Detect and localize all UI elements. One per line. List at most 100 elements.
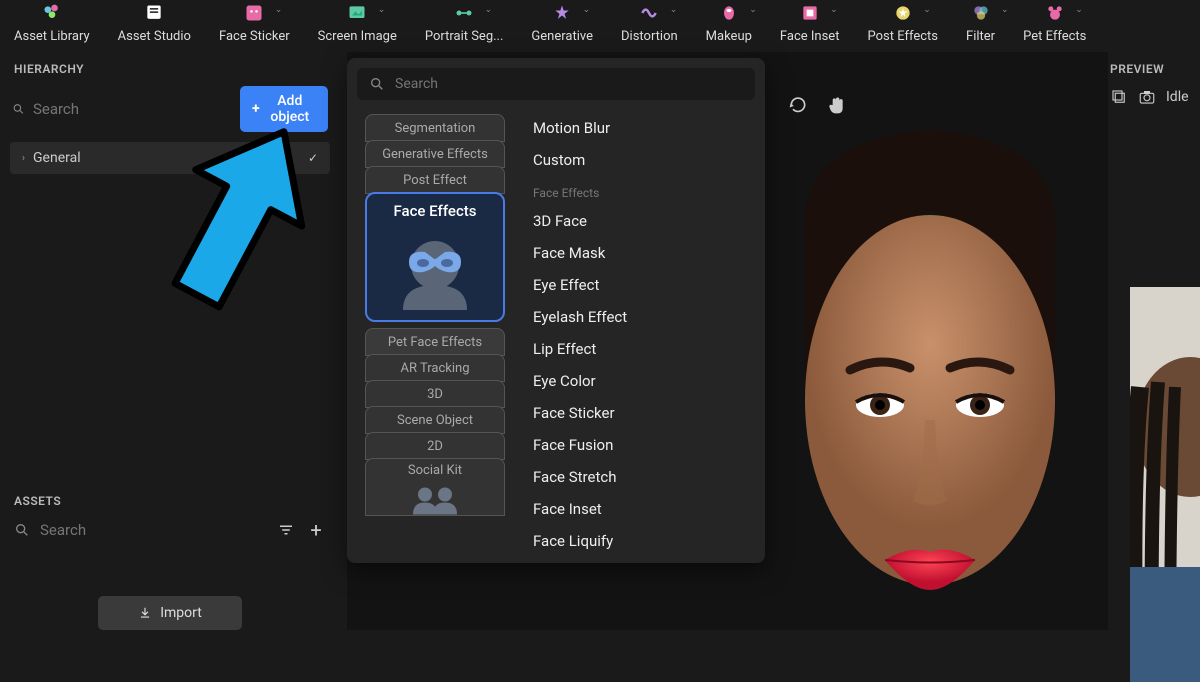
category-segmentation[interactable]: Segmentation — [365, 114, 505, 142]
left-panel: HIERARCHY + Add object › General ✓ ASSET… — [0, 52, 340, 630]
chevron-down-icon: ⌄ — [1075, 5, 1083, 15]
category-social-kit[interactable]: Social Kit — [365, 458, 505, 516]
filter-list-icon[interactable] — [276, 520, 296, 540]
category-post-effect[interactable]: Post Effect — [365, 166, 505, 194]
tool-filter[interactable]: ⌄ Filter — [966, 1, 995, 44]
face-effects-icon — [385, 230, 485, 310]
add-asset-icon[interactable]: + — [306, 520, 326, 540]
tool-label: Generative — [531, 29, 593, 44]
menu-item[interactable]: Motion Blur — [533, 112, 749, 144]
category-ar-tracking[interactable]: AR Tracking — [365, 354, 505, 382]
preview-panel: PREVIEW Idle — [1108, 52, 1200, 630]
chevron-down-icon: ⌄ — [485, 5, 493, 15]
menu-item[interactable]: Face Sticker — [533, 397, 749, 429]
import-button[interactable]: Import — [98, 596, 242, 630]
menu-item[interactable]: Lip Effect — [533, 333, 749, 365]
tool-asset-studio[interactable]: Asset Studio — [118, 1, 191, 44]
chevron-right-icon: › — [22, 153, 25, 164]
popup-search-input[interactable] — [395, 76, 743, 92]
menu-item[interactable]: Face Stretch — [533, 461, 749, 493]
category-3d[interactable]: 3D — [365, 380, 505, 408]
tool-makeup[interactable]: ⌄ Makeup — [706, 1, 752, 44]
tool-face-inset[interactable]: ⌄ Face Inset — [780, 1, 840, 44]
category-scene-object[interactable]: Scene Object — [365, 406, 505, 434]
hierarchy-header: HIERARCHY — [0, 52, 340, 82]
hierarchy-search-row: + Add object — [0, 82, 340, 142]
layers-icon[interactable] — [1110, 88, 1128, 106]
camera-icon[interactable] — [1138, 88, 1156, 106]
popup-search-row — [357, 68, 755, 100]
preview-controls: Idle — [1108, 82, 1200, 112]
menu-item[interactable]: Eye Effect — [533, 269, 749, 301]
menu-item[interactable]: Face Liquify — [533, 525, 749, 557]
preview-header: PREVIEW — [1108, 52, 1200, 82]
tool-label: Asset Studio — [118, 29, 191, 44]
chevron-down-icon: ⌄ — [830, 5, 838, 15]
tool-label: Screen Image — [318, 29, 397, 44]
studio-icon — [140, 1, 168, 25]
filter-icon: ⌄ — [967, 1, 995, 25]
assets-search-input[interactable] — [40, 521, 239, 539]
preview-viewport — [765, 120, 1095, 630]
refresh-icon[interactable] — [788, 95, 808, 115]
tool-pet-effects[interactable]: ⌄ Pet Effects — [1023, 1, 1086, 44]
assets-section: ASSETS + Import — [0, 484, 340, 630]
chevron-down-icon: ⌄ — [378, 5, 386, 15]
pet-effects-icon: ⌄ — [1041, 1, 1069, 25]
category-stack: Segmentation Generative Effects Post Eff… — [347, 108, 517, 563]
pan-hand-icon[interactable] — [826, 95, 846, 115]
category-face-effects[interactable]: Face Effects — [365, 192, 505, 322]
tool-label: Portrait Seg... — [425, 29, 504, 44]
makeup-icon: ⌄ — [715, 1, 743, 25]
tool-label: Makeup — [706, 29, 752, 44]
category-generative-effects[interactable]: Generative Effects — [365, 140, 505, 168]
tool-label: Face Sticker — [219, 29, 290, 44]
effect-menu-list: Motion Blur Custom Face Effects 3D Face … — [517, 108, 765, 563]
chevron-down-icon: ⌄ — [1001, 5, 1009, 15]
distortion-icon: ⌄ — [635, 1, 663, 25]
tool-label: Distortion — [621, 29, 678, 44]
chevron-down-icon: ⌄ — [923, 5, 931, 15]
category-2d[interactable]: 2D — [365, 432, 505, 460]
chevron-down-icon: ⌄ — [749, 5, 757, 15]
search-icon — [369, 76, 385, 92]
tool-portrait-seg[interactable]: ⌄ Portrait Seg... — [425, 1, 504, 44]
screen-image-icon: ⌄ — [343, 1, 371, 25]
post-effects-icon: ⌄ — [889, 1, 917, 25]
search-icon — [14, 522, 30, 538]
add-object-button[interactable]: + Add object — [240, 86, 328, 132]
face-inset-icon: ⌄ — [796, 1, 824, 25]
tool-asset-library[interactable]: Asset Library — [14, 1, 90, 44]
menu-section-header: Face Effects — [533, 176, 749, 205]
hierarchy-search-input[interactable] — [33, 100, 232, 118]
tool-screen-image[interactable]: ⌄ Screen Image — [318, 1, 397, 44]
tool-label: Pet Effects — [1023, 29, 1086, 44]
add-object-popup: Segmentation Generative Effects Post Eff… — [347, 58, 765, 563]
menu-section-header: Pet Face Effects — [533, 557, 749, 563]
hierarchy-item-general[interactable]: › General ✓ — [10, 142, 330, 174]
face-sticker-icon: ⌄ — [240, 1, 268, 25]
preview-status: Idle — [1166, 89, 1189, 105]
tool-label: Filter — [966, 29, 995, 44]
menu-item[interactable]: 3D Face — [533, 205, 749, 237]
chevron-down-icon: ⌄ — [275, 5, 283, 15]
tool-post-effects[interactable]: ⌄ Post Effects — [867, 1, 938, 44]
download-icon — [138, 606, 152, 620]
tool-generative[interactable]: ⌄ Generative — [531, 1, 593, 44]
generative-icon: ⌄ — [548, 1, 576, 25]
assets-header: ASSETS — [0, 484, 340, 514]
menu-item[interactable]: Eyelash Effect — [533, 301, 749, 333]
menu-item[interactable]: Face Inset — [533, 493, 749, 525]
tool-label: Face Inset — [780, 29, 840, 44]
tool-label: Asset Library — [14, 29, 90, 44]
menu-item[interactable]: Custom — [533, 144, 749, 176]
portrait-seg-icon: ⌄ — [450, 1, 478, 25]
tool-face-sticker[interactable]: ⌄ Face Sticker — [219, 1, 290, 44]
search-icon — [12, 101, 25, 117]
menu-item[interactable]: Eye Color — [533, 365, 749, 397]
category-active-label: Face Effects — [393, 202, 476, 220]
tool-distortion[interactable]: ⌄ Distortion — [621, 1, 678, 44]
category-pet-face-effects[interactable]: Pet Face Effects — [365, 328, 505, 356]
menu-item[interactable]: Face Fusion — [533, 429, 749, 461]
menu-item[interactable]: Face Mask — [533, 237, 749, 269]
